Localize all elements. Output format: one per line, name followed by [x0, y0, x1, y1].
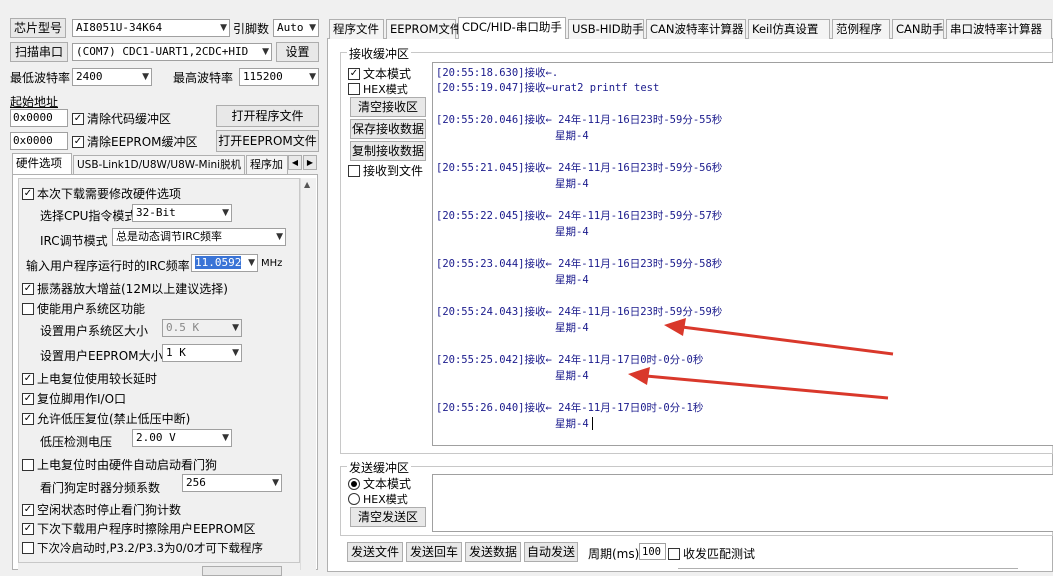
checkbox-icon	[668, 547, 680, 560]
auto-send-button[interactable]: 自动发送	[524, 542, 578, 562]
send-data-button[interactable]: 发送数据	[465, 542, 521, 562]
tx-text-mode-radio[interactable]: 文本模式	[348, 475, 411, 492]
arrow-annotation-2	[628, 367, 889, 400]
arrow-annotation-1	[664, 318, 894, 356]
period-label: 周期(ms)	[588, 547, 640, 561]
match-test-checkbox[interactable]: 收发匹配测试	[668, 545, 755, 562]
tx-hex-mode-radio[interactable]: HEX模式	[348, 491, 408, 507]
period-input[interactable]: 100	[639, 543, 666, 560]
clear-send-button[interactable]: 清空发送区	[350, 507, 426, 527]
send-file-button[interactable]: 发送文件	[347, 542, 403, 562]
status-bar-edge	[678, 568, 1018, 573]
send-buffer-title: 发送缓冲区	[347, 459, 412, 476]
radio-icon	[348, 493, 360, 505]
send-enter-button[interactable]: 发送回车	[406, 542, 462, 562]
radio-icon	[348, 477, 360, 490]
send-text-area[interactable]	[432, 474, 1053, 532]
